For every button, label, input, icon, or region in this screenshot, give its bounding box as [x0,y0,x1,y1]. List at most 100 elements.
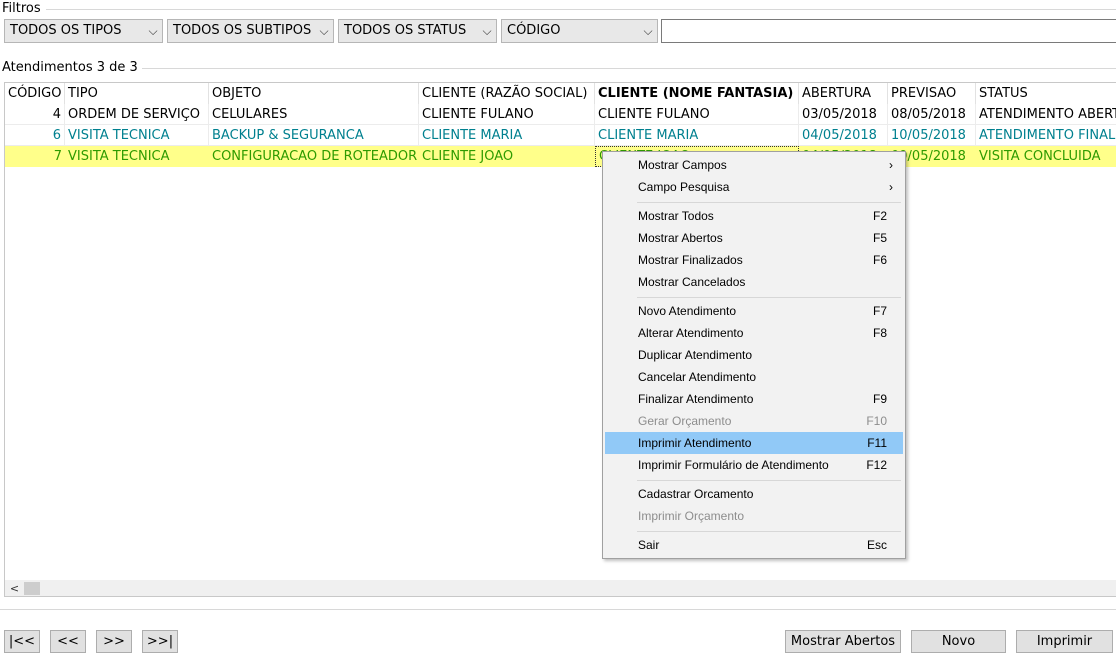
table-row[interactable]: 4 ORDEM DE SERVIÇO CELULARES CLIENTE FUL… [5,104,1116,125]
imprimir-button[interactable]: Imprimir [1016,630,1113,653]
cell-status: VISITA CONCLUIDA [979,149,1101,164]
footer-divider [0,609,1116,610]
menu-item-shortcut: F2 [872,209,887,223]
menu-separator [637,480,901,481]
menu-item-cadastrar-orcamento[interactable]: Cadastrar Orcamento [605,483,903,505]
menu-item-cancelar-atendimento[interactable]: Cancelar Atendimento [605,366,903,388]
atendimentos-table[interactable]: CÓDIGO TIPO OBJETO CLIENTE (RAZÃO SOCIAL… [4,82,1116,597]
column-header-nome-fantasia[interactable]: CLIENTE (NOME FANTASIA) [595,83,799,104]
next-page-button[interactable]: >> [96,630,132,653]
menu-item-campo-pesquisa[interactable]: Campo Pesquisa › [605,176,903,198]
cell-previsao: 10/05/2018 [888,125,976,146]
cell-tipo: ORDEM DE SERVIÇO [65,104,209,125]
first-page-button[interactable]: |<< [4,630,40,653]
menu-item-label: Imprimir Orçamento [638,509,745,523]
menu-item-shortcut: F7 [872,304,887,318]
menu-item-label: Finalizar Atendimento [638,392,754,406]
cell-razao-social: CLIENTE MARIA [419,125,595,146]
chevron-down-icon: ⌵ [148,24,158,38]
menu-item-duplicar-atendimento[interactable]: Duplicar Atendimento [605,344,903,366]
menu-item-label: Cancelar Atendimento [638,370,757,384]
cell-status: ATENDIMENTO FINALIZADO [976,125,1116,146]
subtipo-filter-value: TODOS OS SUBTIPOS [173,23,312,38]
status-filter-select[interactable]: TODOS OS STATUS ⌵ [338,19,497,43]
menu-item-label: Duplicar Atendimento [638,348,753,362]
table-header-row: CÓDIGO TIPO OBJETO CLIENTE (RAZÃO SOCIAL… [5,83,1116,104]
column-header-objeto[interactable]: OBJETO [209,83,419,104]
chevron-right-icon: › [889,180,893,194]
menu-item-label: Mostrar Todos [638,209,714,223]
arrow-left-icon[interactable]: < [7,580,22,596]
cell-razao-social: CLIENTE JOAO [422,149,514,164]
table-row-selected[interactable]: 7 VISITA TECNICA CONFIGURACAO DE ROTEADO… [5,146,1116,167]
tipo-filter-select[interactable]: TODOS OS TIPOS ⌵ [4,19,163,43]
menu-item-novo-atendimento[interactable]: Novo Atendimento F7 [605,300,903,322]
cell-codigo: 4 [5,104,65,125]
menu-item-shortcut: F9 [872,392,887,406]
table-row[interactable]: 6 VISITA TECNICA BACKUP & SEGURANCA CLIE… [5,125,1116,146]
last-page-button[interactable]: >>| [142,630,178,653]
column-header-codigo[interactable]: CÓDIGO [5,83,65,104]
mostrar-abertos-button[interactable]: Mostrar Abertos [785,630,901,653]
column-header-previsao[interactable]: PREVISAO [888,83,976,104]
menu-item-label: Novo Atendimento [638,304,737,318]
menu-item-label: Mostrar Campos [638,158,727,172]
cell-nome-fantasia: CLIENTE MARIA [595,125,799,146]
search-field-select[interactable]: CÓDIGO ⌵ [501,19,658,43]
menu-item-alterar-atendimento[interactable]: Alterar Atendimento F8 [605,322,903,344]
tipo-filter-value: TODOS OS TIPOS [10,23,122,38]
menu-item-imprimir-atendimento[interactable]: Imprimir Atendimento F11 [605,432,903,454]
cell-tipo: VISITA TECNICA [68,149,170,164]
menu-item-imprimir-orcamento: Imprimir Orçamento [605,505,903,527]
menu-item-mostrar-cancelados[interactable]: Mostrar Cancelados [605,271,903,293]
chevron-down-icon: ⌵ [643,24,653,38]
menu-item-label: Gerar Orçamento [638,414,732,428]
menu-item-label: Mostrar Finalizados [638,253,743,267]
menu-item-imprimir-formulario[interactable]: Imprimir Formulário de Atendimento F12 [605,454,903,476]
menu-item-shortcut: F11 [867,436,887,450]
menu-item-shortcut: F6 [872,253,887,267]
menu-item-finalizar-atendimento[interactable]: Finalizar Atendimento F9 [605,388,903,410]
cell-tipo: VISITA TECNICA [65,125,209,146]
menu-item-mostrar-campos[interactable]: Mostrar Campos › [605,154,903,176]
menu-item-label: Mostrar Cancelados [638,275,746,289]
menu-item-label: Alterar Atendimento [638,326,744,340]
previous-page-button[interactable]: << [50,630,86,653]
chevron-right-icon: › [889,158,893,172]
subtipo-filter-select[interactable]: TODOS OS SUBTIPOS ⌵ [167,19,334,43]
column-header-razao-social[interactable]: CLIENTE (RAZÃO SOCIAL) [419,83,595,104]
list-divider [142,68,1116,69]
menu-item-mostrar-finalizados[interactable]: Mostrar Finalizados F6 [605,249,903,271]
novo-button[interactable]: Novo [911,630,1006,653]
menu-item-shortcut: Esc [866,538,887,552]
menu-item-mostrar-todos[interactable]: Mostrar Todos F2 [605,205,903,227]
column-header-tipo[interactable]: TIPO [65,83,209,104]
cell-abertura: 04/05/2018 [799,125,888,146]
column-header-status[interactable]: STATUS [976,83,1116,104]
menu-separator [637,297,901,298]
cell-previsao: 08/05/2018 [888,104,976,125]
chevron-down-icon: ⌵ [319,24,329,38]
chevron-down-icon: ⌵ [482,24,492,38]
scrollbar-thumb[interactable] [24,582,40,595]
context-menu: Mostrar Campos › Campo Pesquisa › Mostra… [602,151,906,559]
menu-item-label: Sair [638,538,660,552]
cell-objeto: BACKUP & SEGURANCA [209,125,419,146]
cell-abertura: 03/05/2018 [799,104,888,125]
filters-label: Filtros [2,1,41,16]
menu-item-gerar-orcamento: Gerar Orçamento F10 [605,410,903,432]
cell-razao-social: CLIENTE FULANO [419,104,595,125]
status-filter-value: TODOS OS STATUS [344,23,467,38]
menu-item-sair[interactable]: Sair Esc [605,534,903,556]
menu-item-shortcut: F10 [866,414,887,428]
search-field-value: CÓDIGO [507,23,561,38]
column-header-abertura[interactable]: ABERTURA [799,83,888,104]
search-input[interactable] [661,19,1116,43]
cell-objeto: CONFIGURACAO DE ROTEADOR [212,149,418,164]
menu-item-mostrar-abertos[interactable]: Mostrar Abertos F5 [605,227,903,249]
menu-separator [637,202,901,203]
records-count-label: Atendimentos 3 de 3 [2,60,138,75]
menu-item-shortcut: F8 [872,326,887,340]
menu-item-label: Campo Pesquisa [638,180,730,194]
horizontal-scrollbar[interactable]: < [5,580,1116,596]
